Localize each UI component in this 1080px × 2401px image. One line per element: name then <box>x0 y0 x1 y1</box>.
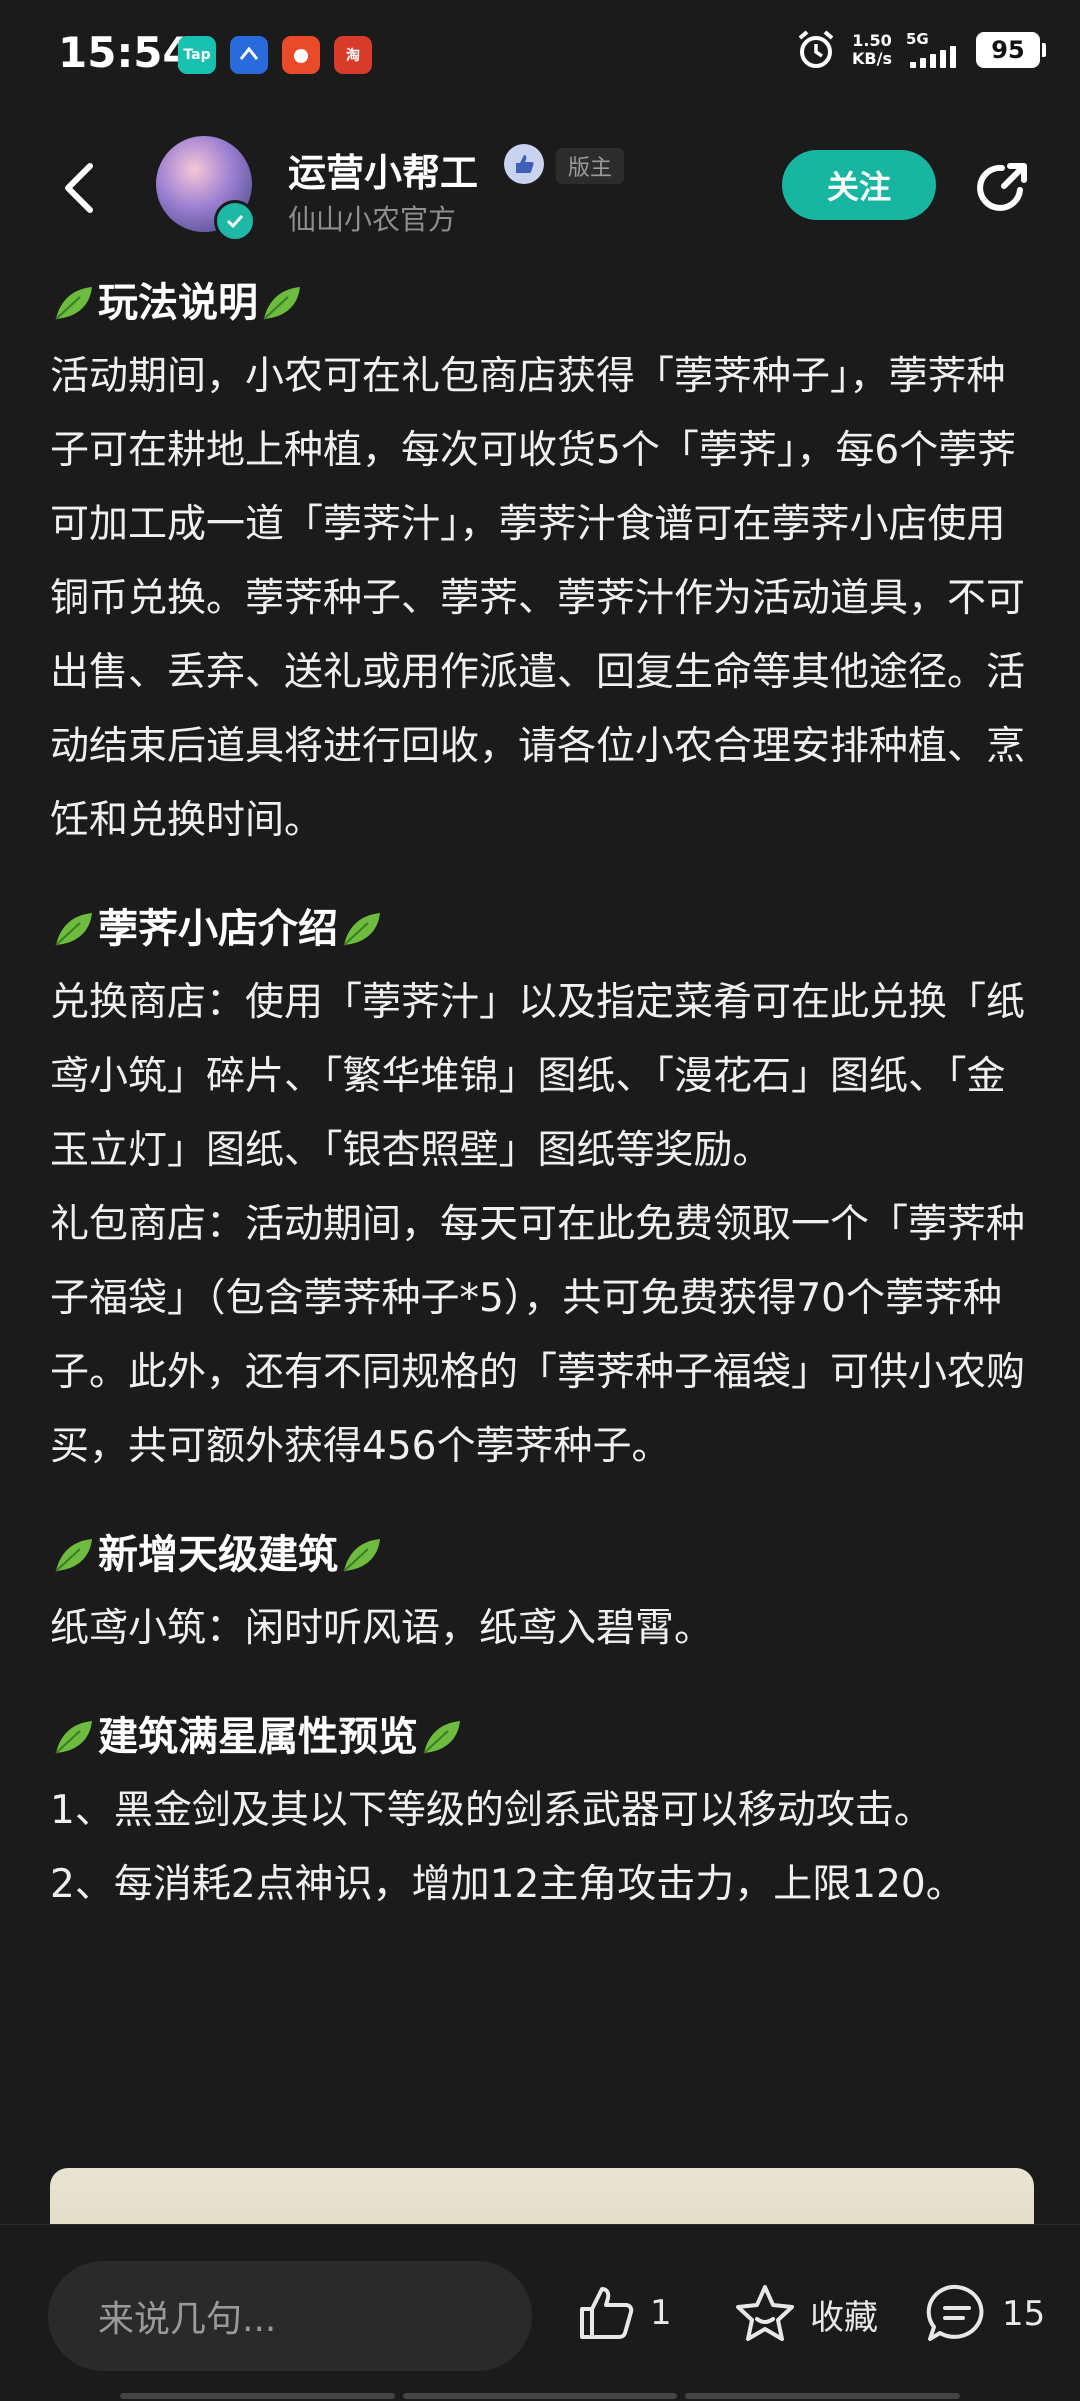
status-bar-app-icons: Tap 淘 <box>178 36 372 74</box>
section-paragraph: 1、黑金剑及其以下等级的剑系武器可以移动攻击。 <box>50 1788 933 1833</box>
share-button[interactable] <box>970 156 1034 220</box>
section-shop-intro: 荸荠小店介绍 兑换商店：使用「荸荠汁」以及指定菜肴可在此兑换「纸鸢小筑」碎片、「… <box>50 892 1040 1484</box>
verified-badge-icon <box>214 200 256 242</box>
bottom-action-bar: 来说几句... 1 收藏 15 <box>0 2224 1080 2401</box>
like-count: 1 <box>650 2293 672 2333</box>
section-title: 荸荠小店介绍 <box>50 892 1040 966</box>
taobao-app-icon: 淘 <box>334 36 372 74</box>
post-content: 玩法说明 活动期间，小农可在礼包商店获得「荸荠种子」，荸荠种子可在耕地上种植，每… <box>50 266 1040 1956</box>
comment-button[interactable]: 15 <box>924 2281 1045 2347</box>
section-attribute-preview: 建筑满星属性预览 1、黑金剑及其以下等级的剑系武器可以移动攻击。 2、每消耗2点… <box>50 1700 1040 1922</box>
comment-bubble-icon <box>926 2284 984 2341</box>
alarm-icon <box>798 30 834 68</box>
status-bar: 15:54 Tap 淘 1.50 KB/s 5G 95 <box>0 0 1080 112</box>
section-new-building: 新增天级建筑 纸鸢小筑：闲时听风语，纸鸢入碧霄。 <box>50 1518 1040 1666</box>
section-title: 玩法说明 <box>50 266 1040 340</box>
chevron-left-icon <box>65 163 93 213</box>
section-paragraph: 活动期间，小农可在礼包商店获得「荸荠种子」，荸荠种子可在耕地上种植，每次可收货5… <box>50 354 1026 843</box>
thumbs-up-icon <box>580 2287 634 2339</box>
leaf-icon <box>263 287 300 320</box>
section-paragraph: 纸鸢小筑：闲时听风语，纸鸢入碧霄。 <box>50 1606 714 1651</box>
section-paragraph: 礼包商店：活动期间，每天可在此免费领取一个「荸荠种子福袋」（包含荸荠种子*5），… <box>50 1202 1026 1469</box>
official-thumb-icon <box>504 144 544 184</box>
bank-app-icon <box>230 36 268 74</box>
follow-button[interactable]: 关注 <box>782 150 936 220</box>
status-bar-indicators: 1.50 KB/s 5G 95 <box>794 28 1046 72</box>
collect-label: 收藏 <box>810 2297 878 2338</box>
leaf-icon <box>343 913 380 946</box>
taptap-app-icon: Tap <box>178 36 216 74</box>
like-button[interactable]: 1 <box>574 2281 672 2345</box>
clock: 15:54 <box>58 28 192 77</box>
network-speed: 1.50 KB/s <box>852 31 892 68</box>
leaf-icon <box>343 1539 380 1572</box>
comment-count: 15 <box>1002 2294 1046 2334</box>
section-paragraph: 兑换商店：使用「荸荠汁」以及指定菜肴可在此兑换「纸鸢小筑」碎片、「繁华堆锦」图纸… <box>50 980 1026 1173</box>
leaf-icon <box>55 1539 92 1572</box>
comment-input[interactable]: 来说几句... <box>48 2261 532 2371</box>
navigation-indicator <box>120 2393 961 2399</box>
star-icon <box>736 2285 794 2341</box>
leaf-icon <box>55 913 92 946</box>
leaf-icon <box>423 1721 460 1754</box>
shopping-app-icon <box>282 36 320 74</box>
author-subtitle: 仙山小农官方 <box>288 203 457 236</box>
back-button[interactable] <box>56 158 104 218</box>
leaf-icon <box>55 287 92 320</box>
share-icon <box>977 163 1027 211</box>
section-title: 新增天级建筑 <box>50 1518 1040 1592</box>
signal-icon: 5G <box>906 30 962 70</box>
author-name[interactable]: 运营小帮工 <box>288 142 478 197</box>
moderator-tag: 版主 <box>556 148 625 184</box>
battery-indicator: 95 <box>976 32 1046 68</box>
section-paragraph: 2、每消耗2点神识，增加12主角攻击力，上限120。 <box>50 1862 965 1907</box>
leaf-icon <box>55 1721 92 1754</box>
section-gameplay: 玩法说明 活动期间，小农可在礼包商店获得「荸荠种子」，荸荠种子可在耕地上种植，每… <box>50 266 1040 858</box>
collect-button[interactable]: 收藏 <box>732 2281 878 2347</box>
post-header: 运营小帮工 版主 仙山小农官方 关注 <box>0 128 1080 248</box>
section-title: 建筑满星属性预览 <box>50 1700 1040 1774</box>
